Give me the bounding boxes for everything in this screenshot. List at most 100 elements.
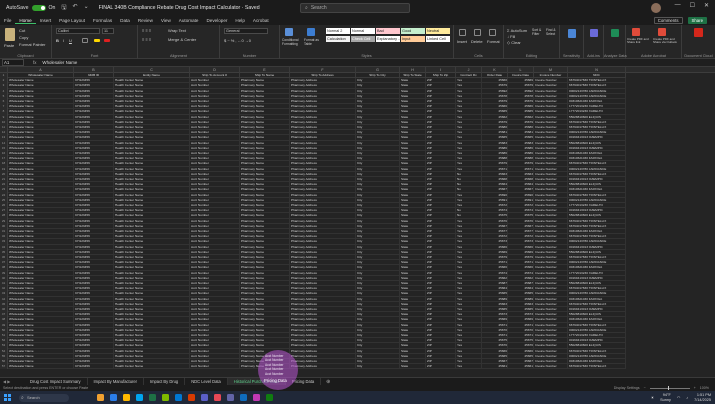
ribbon-tab-home[interactable]: Home	[15, 18, 36, 24]
customize-icon[interactable]: ⌄	[84, 3, 89, 13]
copy-button[interactable]: Copy	[19, 35, 28, 40]
entity-name-cell[interactable]: Health Center Name	[114, 364, 190, 370]
find-select-button[interactable]: Find & Select	[546, 28, 559, 36]
align-top-icon[interactable]: ≡ ≡ ≡	[142, 28, 151, 33]
italic-button[interactable]: I	[63, 38, 64, 43]
wrap-text-button[interactable]: Wrap Text	[168, 28, 186, 33]
conditional-formatting-button[interactable]: Conditional Formatting	[282, 38, 304, 46]
ribbon-tab-formulas[interactable]: Formulas	[89, 18, 116, 23]
ribbon-tab-page-layout[interactable]: Page Layout	[55, 18, 89, 23]
ribbon-tab-file[interactable]: File	[0, 18, 15, 23]
maximize-icon[interactable]: ☐	[690, 2, 695, 9]
sort-filter-button[interactable]: Sort & Filter	[532, 28, 545, 36]
taskbar-app-icon[interactable]	[227, 394, 234, 401]
insert-button[interactable]: Insert	[457, 39, 467, 44]
taskbar-app-icon[interactable]	[110, 394, 117, 401]
ship-to-account-cell[interactable]: Acct Number	[190, 364, 240, 370]
format-button[interactable]: Format	[487, 39, 500, 44]
invoice-number-cell[interactable]: Invoice Number	[534, 364, 568, 370]
search-box[interactable]: ⌕ Search	[300, 3, 410, 13]
sheet-nav-arrows[interactable]: ◀ ▶	[0, 379, 24, 384]
paste-icon[interactable]	[5, 28, 15, 41]
underline-button[interactable]: U	[69, 38, 72, 43]
taskbar-app-icon[interactable]	[266, 394, 273, 401]
user-avatar[interactable]	[651, 3, 661, 13]
ship-to-address-cell[interactable]: Pharmacy Address	[290, 364, 356, 370]
merge-center-button[interactable]: Merge & Center	[168, 37, 196, 42]
cell-style-normal[interactable]: Normal	[351, 28, 375, 34]
taskbar-app-icon[interactable]	[214, 394, 221, 401]
autosave-control[interactable]: AutoSave On	[6, 5, 55, 11]
taskbar-app-icon[interactable]	[162, 394, 169, 401]
cell-style-normal-2[interactable]: Normal 2	[326, 28, 350, 34]
cut-button[interactable]: Cut	[19, 28, 25, 33]
ribbon-tab-data[interactable]: Data	[116, 18, 134, 23]
ribbon-tab-acrobat[interactable]: Acrobat	[249, 18, 273, 23]
font-size-dropdown[interactable]: 11	[102, 28, 114, 34]
contract-rx-cell[interactable]: Yes	[456, 364, 482, 370]
cell-style-good[interactable]: Good	[401, 28, 425, 34]
ship-to-city-cell[interactable]: City	[356, 364, 400, 370]
cell-style-neutral[interactable]: Neutral	[426, 28, 450, 34]
display-settings-button[interactable]: Display Settings	[614, 386, 640, 390]
minimize-icon[interactable]: —	[675, 2, 681, 9]
conditional-formatting-icon[interactable]	[285, 28, 293, 36]
taskbar-app-icon[interactable]	[240, 394, 247, 401]
formula-input[interactable]: Wholesaler Name	[42, 60, 77, 65]
delete-button[interactable]: Delete	[471, 39, 483, 44]
analyze-data-icon[interactable]	[611, 29, 619, 37]
volume-icon[interactable]: ♪	[686, 396, 688, 400]
undo-icon[interactable]: ↶	[73, 3, 78, 13]
taskbar-app-icon[interactable]	[149, 394, 156, 401]
cell-style-bad[interactable]: Bad	[376, 28, 400, 34]
cell-style-check-cell[interactable]: Check Cell	[351, 36, 375, 42]
clear-button[interactable]: ◇ Clear	[507, 40, 521, 45]
create-pdf-icon[interactable]	[632, 28, 640, 36]
autosave-toggle[interactable]	[31, 5, 46, 11]
zoom-slider[interactable]	[649, 386, 690, 390]
share-button[interactable]: Share	[687, 17, 707, 24]
number-format-dropdown[interactable]: General	[224, 28, 268, 34]
close-icon[interactable]: ✕	[704, 2, 709, 9]
name-box[interactable]: A1	[2, 59, 24, 66]
paste-label[interactable]: Paste	[4, 43, 14, 48]
order-date-cell[interactable]: 45661	[482, 364, 508, 370]
insert-icon[interactable]	[459, 29, 466, 36]
taskbar-app-icon[interactable]	[123, 394, 130, 401]
align-left-icon[interactable]: ≡ ≡ ≡	[142, 37, 151, 42]
create-pdf-outlook-icon[interactable]	[658, 28, 666, 36]
autosum-button[interactable]: Σ AutoSum	[507, 28, 527, 33]
windows-start-icon[interactable]	[4, 394, 11, 401]
weather-icon[interactable]: ☀	[651, 395, 654, 400]
ribbon-tab-automate[interactable]: Automate	[175, 18, 203, 23]
zoom-in-icon[interactable]: +	[694, 386, 696, 390]
taskbar-app-icon[interactable]	[201, 394, 208, 401]
zoom-level[interactable]: 100%	[700, 386, 709, 390]
340b-id-cell[interactable]: CH123456	[74, 364, 114, 370]
taskbar-app-icon[interactable]	[97, 394, 104, 401]
ribbon-tab-review[interactable]: Review	[134, 18, 157, 23]
fill-button[interactable]: ↓ Fill	[507, 34, 515, 39]
row-header[interactable]: 57	[0, 364, 8, 370]
ndc-cell[interactable]: 66794017830 TRINTELLIX	[568, 364, 626, 370]
taskbar-app-icon[interactable]	[136, 394, 143, 401]
zoom-out-icon[interactable]: −	[644, 386, 646, 390]
ribbon-tab-developer[interactable]: Developer	[202, 18, 231, 23]
cell-style-linked-cell[interactable]: Linked Cell	[426, 36, 450, 42]
delete-icon[interactable]	[474, 29, 481, 36]
taskbar-app-icon[interactable]	[253, 394, 260, 401]
format-icon[interactable]	[489, 29, 496, 36]
fx-icon[interactable]: fx	[33, 60, 36, 65]
create-pdf-share-link-button[interactable]: Create PDF and Share link	[627, 37, 651, 45]
font-name-dropdown[interactable]: Calibri	[56, 28, 100, 34]
format-table-button[interactable]: Format as Table	[304, 38, 322, 46]
spreadsheet-grid[interactable]: ABCDEFGHIJKLMNO Wholesaler Name340B IDEn…	[0, 67, 715, 384]
fill-color-icon[interactable]	[94, 39, 100, 42]
cell-style-calculation[interactable]: Calculation	[326, 36, 350, 42]
taskbar-app-icon[interactable]	[175, 394, 182, 401]
cell-style-input[interactable]: Input	[401, 36, 425, 42]
taskbar-search[interactable]: Search	[19, 393, 69, 402]
font-color-icon[interactable]	[104, 39, 110, 42]
format-table-icon[interactable]	[307, 28, 315, 36]
clock[interactable]: 1:51 PM 7/14/2025	[694, 393, 711, 401]
